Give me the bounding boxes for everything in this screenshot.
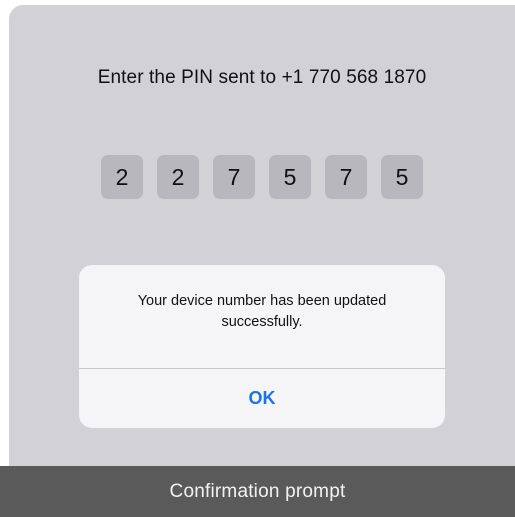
- pin-digit-6[interactable]: 5: [381, 155, 423, 199]
- pin-digit-4[interactable]: 5: [269, 155, 311, 199]
- alert-message: Your device number has been updated succ…: [137, 293, 387, 330]
- pin-digit-2[interactable]: 2: [157, 155, 199, 199]
- caption-text: Confirmation prompt: [169, 480, 346, 502]
- ok-button[interactable]: OK: [79, 369, 445, 428]
- pin-digits-row: 2 2 7 5 7 5: [101, 155, 437, 199]
- pin-digit-5[interactable]: 7: [325, 155, 367, 199]
- caption-bar: Confirmation prompt: [0, 466, 515, 517]
- phone-screen: Enter the PIN sent to +1 770 568 1870 2 …: [9, 5, 515, 517]
- pin-prompt: Enter the PIN sent to +1 770 568 1870: [97, 67, 427, 88]
- pin-digit-1[interactable]: 2: [101, 155, 143, 199]
- confirmation-alert: Your device number has been updated succ…: [79, 265, 445, 428]
- pin-digit-3[interactable]: 7: [213, 155, 255, 199]
